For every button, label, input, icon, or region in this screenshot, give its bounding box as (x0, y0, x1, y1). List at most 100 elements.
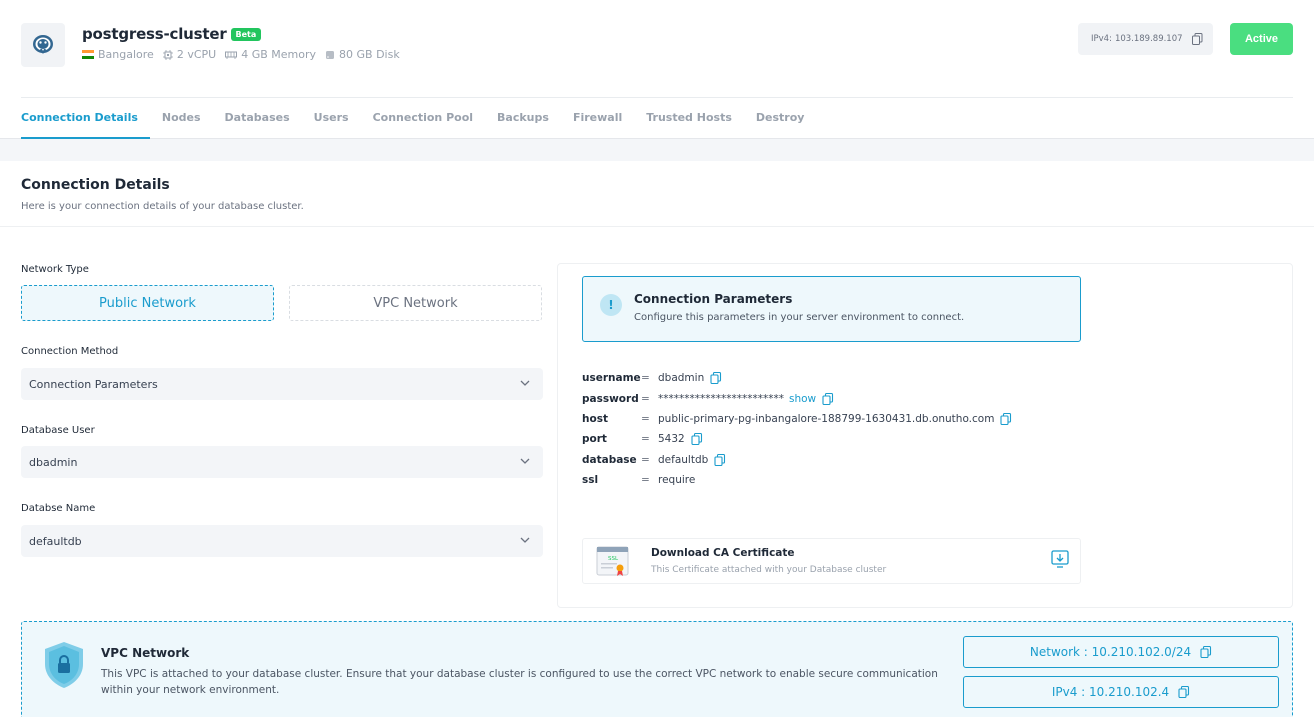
param-value: public-primary-pg-inbangalore-188799-163… (658, 412, 995, 425)
param-username: username = dbadmin (582, 368, 1012, 388)
copy-icon[interactable] (1191, 33, 1203, 45)
copy-icon[interactable] (822, 392, 834, 405)
tab-nodes[interactable]: Nodes (150, 110, 213, 139)
memory-icon (225, 51, 238, 59)
cluster-header: postgress-cluster Beta Bangalore 2 vCPU … (0, 0, 1314, 139)
copy-icon[interactable] (1000, 412, 1012, 425)
vpc-title: VPC Network (101, 646, 190, 660)
vpc-ipv4-chip: IPv4 : 10.210.102.4 (963, 676, 1279, 708)
database-name-value: defaultdb (29, 534, 82, 548)
public-network-option[interactable]: Public Network (21, 285, 274, 321)
param-value-wrap: 5432 (658, 433, 703, 446)
param-value: defaultdb (658, 453, 709, 466)
copy-icon[interactable] (1178, 686, 1190, 698)
param-value-wrap: require (658, 474, 695, 486)
beta-badge: Beta (230, 27, 262, 41)
param-value: require (658, 474, 696, 487)
tab-connection-pool[interactable]: Connection Pool (361, 110, 485, 139)
info-box: ! Connection Parameters Configure this p… (582, 276, 1081, 342)
param-equals: = (641, 392, 650, 405)
param-key: host (582, 412, 608, 425)
vpc-network-value: Network : 10.210.102.0/24 (1029, 645, 1192, 659)
tab-trusted-hosts[interactable]: Trusted Hosts (634, 110, 744, 139)
tab-destroy[interactable]: Destroy (744, 110, 817, 139)
show-password-link[interactable]: show (789, 393, 816, 405)
vpc-network-option[interactable]: VPC Network (289, 285, 542, 321)
vpc-network-box: VPC Network This VPC is attached to your… (21, 621, 1293, 717)
chevron-down-icon (520, 458, 530, 464)
connection-params-list: username = dbadmin password = **********… (582, 368, 1012, 490)
ipv4-label: IPv4: (1091, 34, 1112, 44)
copy-icon[interactable] (714, 453, 726, 466)
cluster-name: postgress-cluster (82, 25, 227, 43)
tab-databases[interactable]: Databases (213, 110, 302, 139)
postgresql-logo-icon (21, 23, 65, 67)
tab-connection-details[interactable]: Connection Details (21, 110, 150, 139)
database-user-label: Database User (21, 425, 95, 436)
param-equals: = (641, 433, 650, 446)
certificate-subtitle: This Certificate attached with your Data… (651, 565, 887, 575)
database-user-select[interactable]: dbadmin (21, 446, 543, 478)
tab-firewall[interactable]: Firewall (561, 110, 634, 139)
disk-meta: 80 GB Disk (325, 48, 400, 61)
info-title: Connection Parameters (634, 292, 793, 306)
param-value-wrap: ************************ show (658, 392, 834, 405)
param-key: ssl (582, 474, 599, 487)
ipv4-value: 103.189.89.107 (1114, 34, 1183, 44)
card-title: Connection Details (21, 177, 170, 193)
copy-icon[interactable] (691, 433, 703, 446)
param-value-wrap: dbadmin (658, 372, 722, 385)
param-key: username (582, 372, 641, 385)
download-ca-certificate[interactable]: SSL Download CA Certificate This Certifi… (582, 538, 1081, 584)
param-key: port (582, 433, 607, 446)
info-subtitle: Configure this parameters in your server… (634, 312, 965, 323)
memory-text: 4 GB Memory (241, 48, 317, 61)
param-equals: = (641, 453, 650, 466)
card-subtitle: Here is your connection details of your … (21, 201, 304, 212)
param-value: 5432 (658, 433, 685, 446)
param-port: port = 5432 (582, 429, 1012, 449)
cpu-icon (162, 49, 173, 60)
india-flag-icon (82, 50, 94, 59)
header-divider (21, 97, 1293, 98)
card-divider (0, 226, 1314, 227)
param-key: password (582, 392, 639, 405)
ssl-badge: SSL (608, 556, 619, 562)
location-text: Bangalore (98, 48, 154, 61)
memory-meta: 4 GB Memory (225, 48, 316, 61)
tab-backups[interactable]: Backups (485, 110, 561, 139)
param-ssl: ssl = require (582, 470, 1012, 490)
network-type-label: Network Type (21, 264, 89, 275)
chevron-down-icon (520, 537, 530, 543)
download-icon[interactable] (1051, 550, 1069, 572)
disk-text: 80 GB Disk (339, 48, 400, 61)
param-equals: = (641, 474, 650, 487)
param-host: host = public-primary-pg-inbangalore-188… (582, 409, 1012, 429)
certificate-icon: SSL (596, 546, 630, 582)
param-value: dbadmin (658, 372, 705, 385)
param-value-wrap: defaultdb (658, 453, 726, 466)
connection-method-select[interactable]: Connection Parameters (21, 368, 543, 400)
connection-method-value: Connection Parameters (29, 377, 158, 391)
cpu-text: 2 vCPU (176, 48, 217, 61)
copy-icon[interactable] (710, 372, 722, 385)
status-button[interactable]: Active (1230, 23, 1293, 55)
vpc-network-chip: Network : 10.210.102.0/24 (963, 636, 1279, 668)
connection-method-label: Connection Method (21, 346, 119, 357)
param-password: password = ************************ show (582, 388, 1012, 408)
param-value-wrap: public-primary-pg-inbangalore-188799-163… (658, 412, 1012, 425)
database-user-value: dbadmin (29, 455, 78, 469)
copy-icon[interactable] (1200, 646, 1212, 658)
database-name-select[interactable]: defaultdb (21, 525, 543, 557)
tab-bar: Connection Details Nodes Databases Users… (21, 110, 816, 139)
info-icon: ! (600, 294, 622, 316)
disk-icon (326, 50, 335, 59)
vpc-ipv4-value: IPv4 : 10.210.102.4 (1051, 685, 1170, 699)
param-equals: = (641, 412, 650, 425)
certificate-title: Download CA Certificate (651, 547, 795, 559)
param-key: database (582, 453, 637, 466)
vpc-description: This VPC is attached to your database cl… (101, 668, 938, 696)
shield-lock-icon (42, 640, 86, 694)
param-value: ************************ (658, 392, 784, 405)
tab-users[interactable]: Users (302, 110, 361, 139)
